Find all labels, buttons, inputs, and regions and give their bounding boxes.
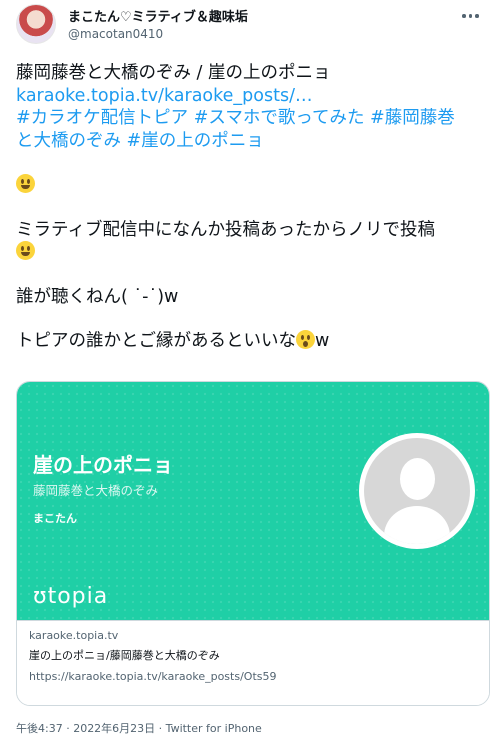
card-artist: 藤岡藤巻と大橋のぞみ [33, 483, 159, 498]
user-info[interactable]: まこたん♡ミラティブ＆趣味垢 @macotan0410 [68, 10, 248, 42]
body-line-3: トピアの誰かとご縁があるといいな [16, 331, 296, 351]
card-poster: まこたん [33, 512, 77, 525]
card-domain: karaoke.topia.tv [29, 629, 119, 642]
default-avatar-icon [359, 433, 475, 549]
tweet-meta[interactable]: 午後4:37 · 2022年6月23日 · Twitter for iPhone [16, 720, 262, 736]
avatar[interactable] [16, 4, 56, 44]
card-footer[interactable]: karaoke.topia.tv 崖の上のポニョ/藤岡藤巻と大橋のぞみ http… [17, 620, 489, 705]
tweet-header: まこたん♡ミラティブ＆趣味垢 @macotan0410 [16, 4, 484, 48]
tweet-title-line: 藤岡藤巻と大橋のぞみ / 崖の上のポニョ [16, 63, 331, 83]
card-media[interactable]: 崖の上のポニョ 藤岡藤巻と大橋のぞみ まこたん ʊtopia [17, 382, 489, 620]
more-icon[interactable] [462, 10, 482, 22]
link-card[interactable]: 崖の上のポニョ 藤岡藤巻と大橋のぞみ まこたん ʊtopia karaoke.t… [16, 381, 490, 706]
hashtags-line-1[interactable]: #カラオケ配信トピア #スマホで歌ってみた #藤岡藤巻 [16, 108, 455, 128]
grinning-emoji-icon [16, 174, 35, 193]
card-url: https://karaoke.topia.tv/karaoke_posts/O… [29, 670, 277, 683]
body-line-2: 誰が聴くねん( ˙-˙)w [16, 286, 179, 307]
hashtags-line-2[interactable]: と大橋のぞみ #崖の上のポニョ [16, 131, 264, 151]
card-song-title: 崖の上のポニョ [33, 453, 173, 477]
card-title: 崖の上のポニョ/藤岡藤巻と大橋のぞみ [29, 649, 220, 662]
surprised-emoji-icon [296, 330, 315, 349]
body-line-1: ミラティブ配信中になんか投稿あったからノリで投稿 [16, 219, 435, 240]
grinning-emoji-icon [16, 241, 35, 260]
body-line-3-suffix: w [315, 331, 330, 351]
display-name[interactable]: まこたん♡ミラティブ＆趣味垢 [68, 10, 248, 26]
tweet-link[interactable]: karaoke.topia.tv/karaoke_posts/… [16, 86, 312, 106]
user-handle[interactable]: @macotan0410 [68, 26, 248, 42]
tweet-text: 藤岡藤巻と大橋のぞみ / 崖の上のポニョ karaoke.topia.tv/ka… [16, 62, 486, 353]
topia-logo: ʊtopia [33, 584, 109, 609]
